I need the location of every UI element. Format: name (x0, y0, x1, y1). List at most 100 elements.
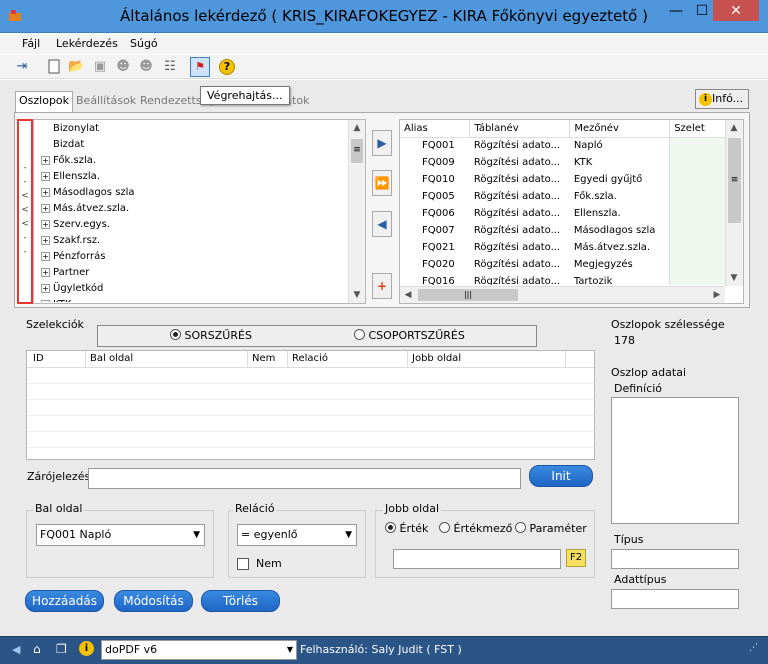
sel-right-header[interactable]: Jobb oldal (407, 351, 465, 368)
slice-cell (669, 171, 725, 188)
f2-button[interactable]: F2 (566, 549, 586, 567)
save-icon[interactable]: ▣ (92, 59, 108, 75)
right-side-input[interactable] (393, 549, 561, 569)
grid-hscroll-thumb[interactable]: ||| (418, 289, 518, 301)
add-button[interactable]: Hozzáadás (25, 590, 104, 612)
printer-select[interactable]: doPDF v6 ▼ (101, 640, 297, 660)
user-icon[interactable]: ☻ (115, 59, 131, 75)
table-row[interactable]: FQ007 Rögzítési adato... Másodlagos szla (400, 222, 725, 239)
windows-icon[interactable]: ❐ (56, 642, 70, 656)
remove-column-button[interactable]: ◀ (372, 211, 392, 237)
radio-group-filter[interactable]: CSOPORTSZŰRÉS (354, 329, 465, 342)
tree-item[interactable]: Bizonylat (53, 121, 99, 137)
not-checkbox[interactable] (237, 558, 249, 570)
open-icon[interactable]: 📂 (68, 59, 84, 75)
tree-item[interactable]: + Szakf.rsz. (41, 233, 100, 249)
exit-icon[interactable]: ⇥ (14, 59, 30, 75)
tree-item[interactable]: + Partner (41, 265, 89, 281)
left-side-select[interactable]: FQ001 Napló ▼ (36, 524, 205, 546)
tree-item[interactable]: + Szerv.egys. (41, 217, 110, 233)
tree-item[interactable]: + Ügyletkód (41, 281, 103, 297)
sel-not-header[interactable]: Nem (247, 351, 279, 368)
tree-scrollbar[interactable]: ▲ ≡ ▼ (348, 120, 365, 303)
brackets-input[interactable] (88, 468, 521, 489)
sel-left-header[interactable]: Bal oldal (85, 351, 137, 368)
filter-mode-group (97, 325, 537, 347)
add-column-button[interactable]: ▶ (372, 130, 392, 156)
radio-parameter[interactable]: Paraméter (515, 522, 587, 535)
home-icon[interactable]: ⌂ (33, 642, 47, 656)
table-row[interactable]: FQ006 Rögzítési adato... Ellenszla. (400, 205, 725, 222)
table-row[interactable]: FQ010 Rögzítési adato... Egyedi gyűjtő (400, 171, 725, 188)
tree-item[interactable]: +KTK (41, 297, 71, 302)
expand-icon[interactable]: + (41, 203, 50, 213)
col-field-header[interactable]: Mezőnév (569, 120, 671, 137)
resize-grip-icon[interactable]: ⋰ (749, 643, 758, 653)
scroll-down-icon[interactable]: ▼ (349, 287, 365, 303)
tree-item[interactable]: + Másodlagos szla (41, 185, 135, 201)
grid-hscroll[interactable]: ◀ ||| ▶ (400, 286, 725, 303)
tree-item[interactable]: + Más.átvez.szla. (41, 201, 129, 217)
table-row[interactable]: FQ016 Rögzítési adato... Tartozik (400, 273, 725, 285)
menu-help[interactable]: Súgó (130, 37, 158, 50)
col-table-header[interactable]: Táblanév (469, 120, 571, 137)
new-file-icon[interactable] (46, 59, 62, 75)
collapse-left-icon[interactable]: ◀ (12, 643, 20, 656)
add-all-columns-button[interactable]: ⏩ (372, 170, 392, 196)
table-row[interactable]: FQ001 Rögzítési adato... Napló (400, 137, 725, 154)
radio-value[interactable]: Érték (385, 522, 428, 535)
radio-value-field[interactable]: Értékmező (439, 522, 512, 535)
properties-icon[interactable]: ☷ (162, 59, 178, 75)
plus-button[interactable]: + (372, 273, 392, 299)
table-row[interactable]: FQ005 Rögzítési adato... Fők.szla. (400, 188, 725, 205)
relation-select[interactable]: = egyenlő ▼ (237, 524, 357, 546)
radio-row-filter[interactable]: SORSZŰRÉS (170, 329, 252, 342)
expand-icon[interactable]: + (41, 187, 50, 197)
users-icon[interactable]: ☻ (138, 59, 154, 75)
expand-icon[interactable]: + (41, 171, 50, 181)
expand-icon[interactable]: + (41, 267, 50, 277)
sel-id-header[interactable]: ID (33, 353, 44, 364)
modify-button[interactable]: Módosítás (114, 590, 193, 612)
col-slice-header[interactable]: Szelet (669, 120, 725, 137)
expand-icon[interactable]: + (41, 235, 50, 245)
tree-item[interactable]: + Fők.szla. (41, 153, 96, 169)
execute-icon[interactable]: ⚑ (190, 57, 210, 77)
tree-item[interactable]: Bizdat (53, 137, 84, 153)
expand-icon[interactable]: + (41, 251, 50, 261)
definition-textarea[interactable] (611, 397, 739, 524)
expand-icon[interactable]: + (41, 155, 50, 165)
col-alias-header[interactable]: Alias (400, 120, 471, 137)
collapse-splitter[interactable]: - - < < < - - (17, 119, 33, 304)
info-button[interactable]: i Infó... (695, 89, 749, 109)
grid-scroll-down-icon[interactable]: ▼ (726, 270, 742, 286)
sel-relation-header[interactable]: Relació (287, 351, 332, 368)
grid-scroll-up-icon[interactable]: ▲ (726, 120, 742, 136)
expand-icon[interactable]: + (41, 299, 50, 302)
delete-button[interactable]: Törlés (201, 590, 280, 612)
scroll-up-icon[interactable]: ▲ (349, 120, 365, 136)
table-cell: Rögzítési adato... (473, 140, 561, 152)
tree-item[interactable]: + Ellenszla. (41, 169, 100, 185)
menu-file[interactable]: Fájl (22, 37, 40, 50)
menu-query[interactable]: Lekérdezés (56, 37, 118, 50)
tab-settings[interactable]: Beállítások (73, 92, 139, 112)
help-icon[interactable]: ? (219, 59, 235, 75)
table-row[interactable]: FQ021 Rögzítési adato... Más.átvez.szla. (400, 239, 725, 256)
table-row[interactable]: FQ009 Rögzítési adato... KTK (400, 154, 725, 171)
grid-vscroll[interactable]: ▲ ≡ ▼ (725, 120, 743, 286)
close-button[interactable]: ✕ (713, 0, 759, 21)
status-info-icon[interactable]: i (79, 641, 94, 656)
expand-icon[interactable]: + (41, 283, 50, 293)
grid-scroll-thumb[interactable]: ≡ (728, 138, 741, 223)
init-button[interactable]: Init (529, 465, 593, 487)
grid-scroll-left-icon[interactable]: ◀ (400, 287, 416, 303)
datatype-input[interactable] (611, 589, 739, 609)
table-row[interactable]: FQ020 Rögzítési adato... Megjegyzés (400, 256, 725, 273)
tree-item[interactable]: + Pénzforrás (41, 249, 105, 265)
tab-columns[interactable]: Oszlopok (15, 91, 74, 113)
expand-icon[interactable]: + (41, 219, 50, 229)
grid-scroll-right-icon[interactable]: ▶ (709, 287, 725, 303)
scroll-thumb[interactable]: ≡ (351, 139, 363, 163)
type-input[interactable] (611, 549, 739, 569)
